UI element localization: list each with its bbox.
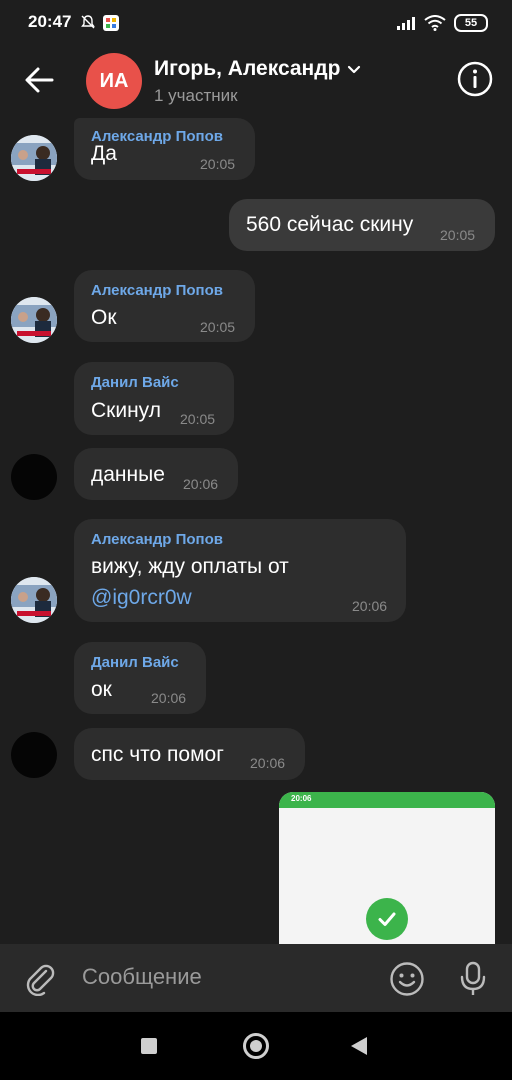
message-time: 20:06 bbox=[250, 755, 286, 771]
message-time: 20:06 bbox=[183, 476, 219, 492]
avatar-photo-icon bbox=[11, 577, 57, 623]
message-text: данные bbox=[91, 463, 165, 486]
avatar-photo-icon bbox=[11, 297, 57, 343]
avatar[interactable] bbox=[11, 732, 57, 778]
recents-button[interactable] bbox=[141, 1038, 157, 1054]
message-text: Да bbox=[91, 142, 117, 165]
message-bubble-outgoing[interactable]: 560 сейчас скину 20:05 bbox=[229, 199, 495, 251]
image-status-time: 20:06 bbox=[291, 794, 312, 803]
system-back-button[interactable] bbox=[351, 1037, 367, 1055]
message-bubble[interactable]: Александр Попов Да 20:05 bbox=[74, 118, 255, 180]
message-text: Скинул bbox=[91, 399, 161, 422]
chat-title-text: Игорь, Александр bbox=[154, 57, 341, 80]
image-message[interactable]: 20:06 bbox=[279, 792, 495, 944]
avatar[interactable] bbox=[11, 135, 57, 181]
mention-link[interactable]: @ig0rcr0w bbox=[91, 586, 192, 610]
message-text: 560 сейчас скину bbox=[246, 213, 414, 236]
wifi-icon bbox=[424, 15, 446, 31]
message-sender: Александр Попов bbox=[91, 531, 223, 548]
chat-participants: 1 участник bbox=[154, 86, 238, 105]
message-time: 20:05 bbox=[200, 156, 236, 172]
avatar[interactable] bbox=[11, 454, 57, 500]
avatar[interactable] bbox=[11, 297, 57, 343]
signal-icon bbox=[397, 17, 415, 30]
message-time: 20:05 bbox=[200, 319, 236, 335]
app-notification-icon bbox=[103, 15, 119, 31]
home-button[interactable] bbox=[243, 1033, 269, 1059]
message-input[interactable]: Сообщение bbox=[82, 964, 202, 990]
group-avatar[interactable]: ИА bbox=[86, 53, 142, 109]
message-time: 20:05 bbox=[180, 411, 216, 427]
message-bubble[interactable]: данные 20:06 bbox=[74, 448, 238, 500]
message-sender: Александр Попов bbox=[91, 282, 223, 299]
smile-icon[interactable] bbox=[388, 960, 426, 998]
message-bubble[interactable]: Данил Вайс Скинул 20:05 bbox=[74, 362, 234, 435]
composer-bar bbox=[0, 944, 512, 1012]
battery-indicator: 55 bbox=[454, 14, 488, 32]
info-icon[interactable] bbox=[456, 60, 494, 98]
message-bubble[interactable]: Александр Попов вижу, жду оплаты от @ig0… bbox=[74, 519, 406, 622]
paperclip-icon[interactable] bbox=[22, 960, 58, 996]
message-time: 20:06 bbox=[151, 690, 187, 706]
image-status-bar: 20:06 bbox=[279, 792, 495, 808]
message-text: спс что помог bbox=[91, 743, 224, 766]
avatar-photo-icon bbox=[11, 135, 57, 181]
message-time: 20:05 bbox=[440, 227, 476, 243]
message-bubble[interactable]: Данил Вайс ок 20:06 bbox=[74, 642, 206, 714]
message-bubble[interactable]: Александр Попов Ок 20:05 bbox=[74, 270, 255, 342]
message-time: 20:06 bbox=[352, 598, 388, 614]
status-time: 20:47 bbox=[28, 12, 72, 31]
microphone-icon[interactable] bbox=[456, 960, 490, 998]
message-text: ок bbox=[91, 678, 112, 701]
checkmark-icon bbox=[366, 898, 408, 940]
status-indicators: 55 bbox=[396, 14, 488, 32]
mute-bell-icon bbox=[81, 15, 95, 29]
message-sender: Данил Вайс bbox=[91, 374, 179, 391]
avatar[interactable] bbox=[11, 577, 57, 623]
message-sender: Данил Вайс bbox=[91, 654, 179, 671]
chat-title[interactable]: Игорь, Александр bbox=[154, 57, 362, 81]
chevron-down-icon bbox=[348, 65, 361, 74]
message-text: вижу, жду оплаты от bbox=[91, 555, 289, 578]
back-arrow-icon[interactable] bbox=[20, 60, 60, 100]
message-bubble[interactable]: спс что помог 20:06 bbox=[74, 728, 305, 780]
message-text: Ок bbox=[91, 306, 117, 329]
